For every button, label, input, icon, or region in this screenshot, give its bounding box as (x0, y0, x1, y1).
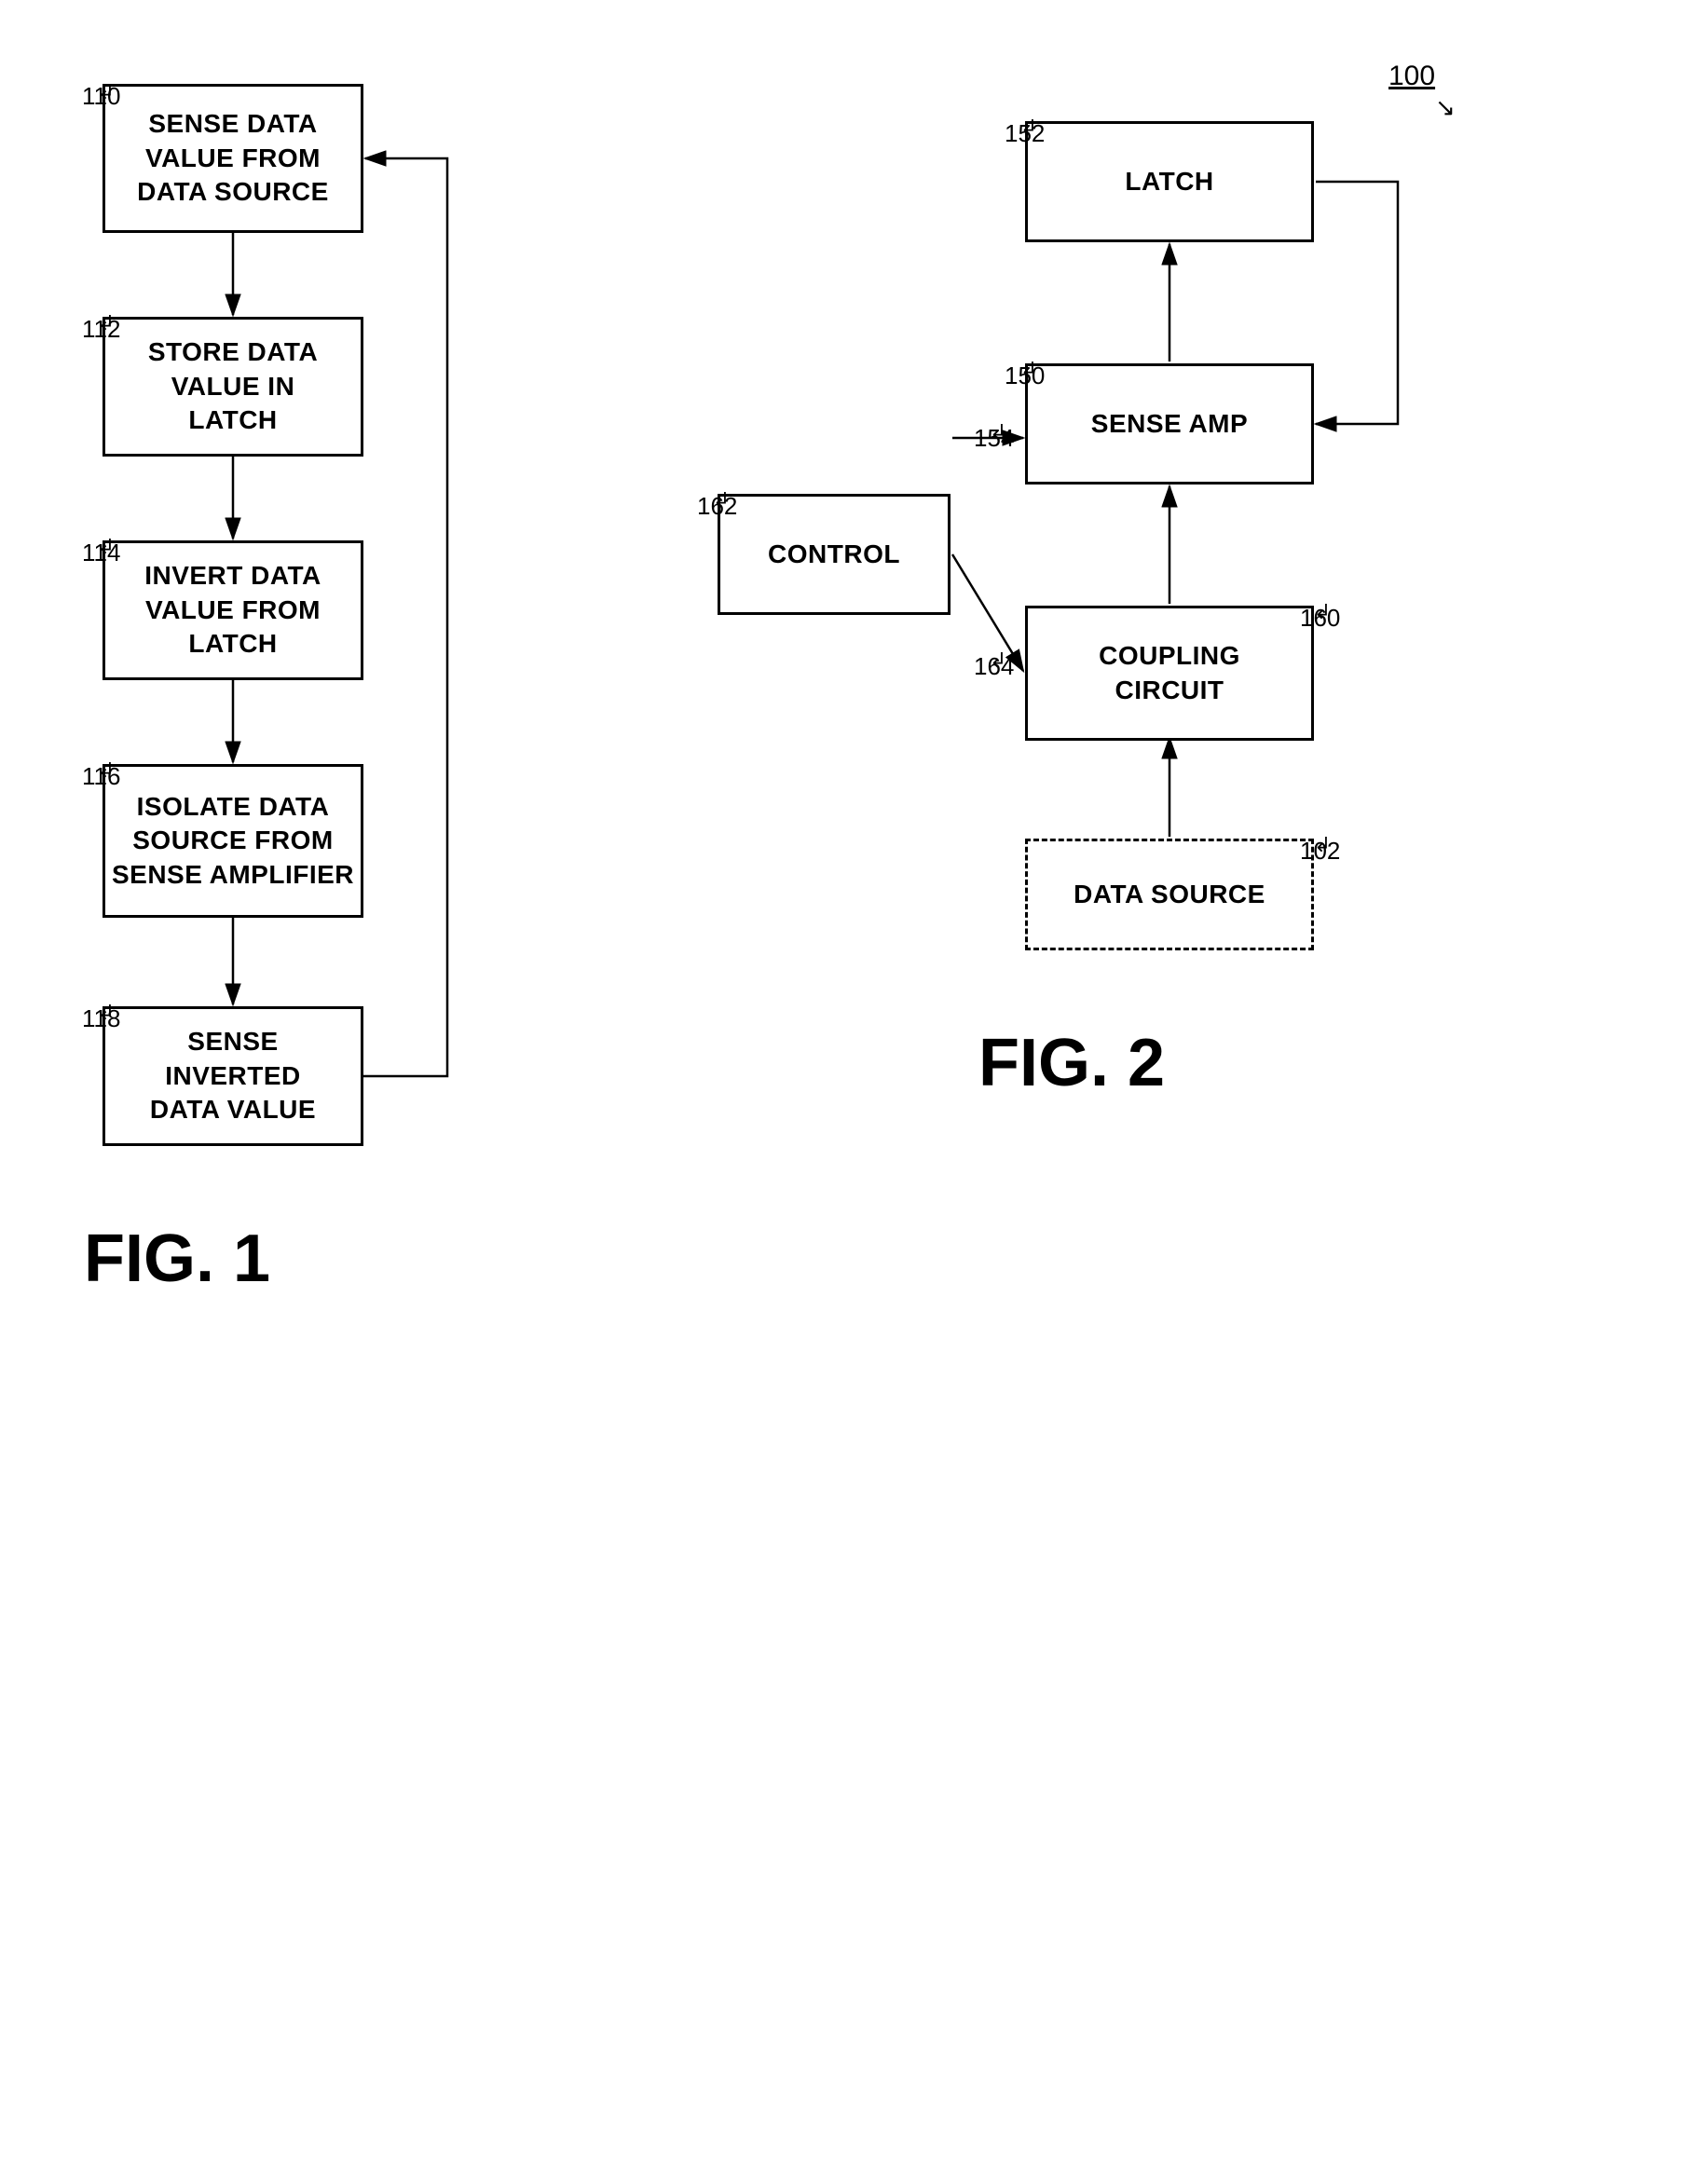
box-112: STORE DATA VALUE IN LATCH (103, 317, 363, 457)
ref-100-arrow: ↘ (1435, 93, 1456, 122)
box-114: INVERT DATA VALUE FROM LATCH (103, 540, 363, 680)
box-senseamp: SENSE AMP (1025, 363, 1314, 485)
box-datasource: DATA SOURCE (1025, 839, 1314, 950)
ref-100: 100 (1388, 61, 1435, 92)
fig1-label: FIG. 1 (84, 1221, 270, 1297)
box-118: SENSE INVERTED DATA VALUE (103, 1006, 363, 1146)
fig2-label: FIG. 2 (978, 1025, 1165, 1101)
box-coupling: COUPLING CIRCUIT (1025, 606, 1314, 741)
box-control: CONTROL (718, 494, 951, 615)
box-116: ISOLATE DATA SOURCE FROM SENSE AMPLIFIER (103, 764, 363, 918)
diagram-container: SENSE DATA VALUE FROM DATA SOURCE 110 ↲ … (0, 0, 1696, 2184)
box-110: SENSE DATA VALUE FROM DATA SOURCE (103, 84, 363, 233)
box-latch: LATCH (1025, 121, 1314, 242)
